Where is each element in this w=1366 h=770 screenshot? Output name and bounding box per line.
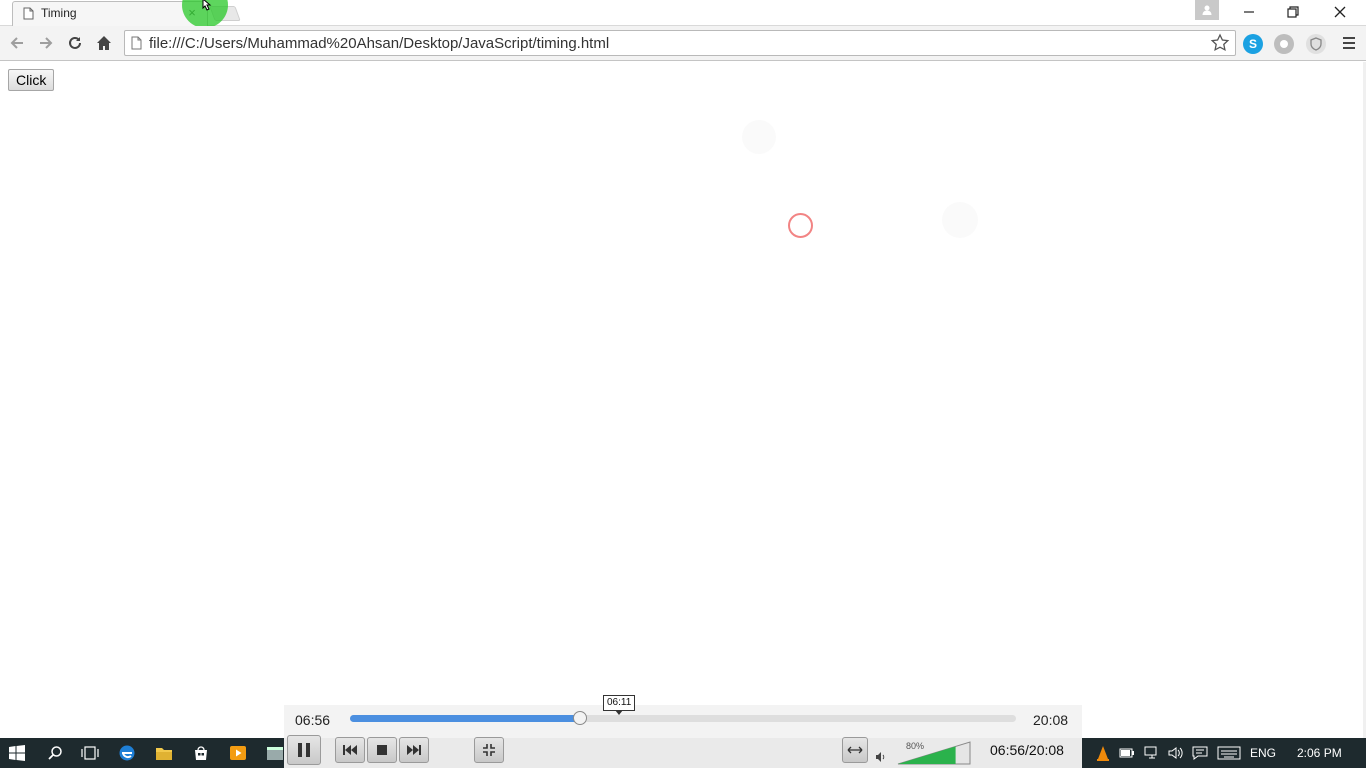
person-icon xyxy=(1202,5,1212,15)
forward-button[interactable] xyxy=(35,32,57,54)
minimize-icon xyxy=(1244,11,1254,13)
language-indicator[interactable]: ENG xyxy=(1250,746,1276,760)
click-button[interactable]: Click xyxy=(8,69,55,91)
minimize-button[interactable] xyxy=(1227,0,1271,24)
reload-icon xyxy=(69,36,81,49)
home-icon xyxy=(97,36,111,50)
skip-forward-icon xyxy=(407,745,421,755)
vlc-tray-icon[interactable] xyxy=(1094,742,1112,764)
exit-fullscreen-button[interactable] xyxy=(474,737,504,763)
forward-arrow-icon xyxy=(40,37,53,49)
speaker-icon[interactable] xyxy=(1166,742,1186,764)
url-text[interactable]: file:///C:/Users/Muhammad%20Ahsan/Deskto… xyxy=(149,35,609,52)
network-icon[interactable] xyxy=(1142,742,1162,764)
total-time: 20:08 xyxy=(1033,712,1069,728)
taskbar-clock[interactable]: 2:06 PM xyxy=(1297,746,1342,760)
skip-back-icon xyxy=(343,745,357,755)
action-center-icon[interactable] xyxy=(1190,742,1210,764)
film-clapper-icon[interactable] xyxy=(264,742,286,764)
restore-button[interactable] xyxy=(1271,0,1315,24)
close-icon xyxy=(1334,6,1346,18)
seek-bar[interactable]: 06:11 xyxy=(350,695,1016,725)
stretch-icon xyxy=(847,746,863,754)
file-explorer-icon[interactable] xyxy=(153,742,175,764)
volume-slider[interactable]: 80% xyxy=(896,739,972,765)
address-bar[interactable]: file:///C:/Users/Muhammad%20Ahsan/Deskto… xyxy=(124,30,1236,56)
back-button[interactable] xyxy=(6,32,28,54)
seek-hover-tooltip: 06:11 xyxy=(603,695,636,715)
back-arrow-icon xyxy=(10,37,23,49)
reload-button[interactable] xyxy=(64,32,86,54)
shield-extension-icon[interactable] xyxy=(1306,34,1326,54)
edge-browser-icon[interactable] xyxy=(116,742,138,764)
stop-button[interactable] xyxy=(367,737,397,763)
battery-icon[interactable] xyxy=(1118,742,1136,764)
seek-handle[interactable] xyxy=(573,711,587,725)
exit-fullscreen-icon xyxy=(483,744,495,756)
restore-icon xyxy=(1287,6,1299,18)
time-readout: 06:56/20:08 xyxy=(990,742,1064,758)
profile-button[interactable] xyxy=(1195,0,1219,20)
hamburger-menu-icon xyxy=(1343,37,1355,49)
media-player-icon[interactable] xyxy=(227,742,249,764)
stop-icon xyxy=(377,745,387,755)
current-time: 06:56 xyxy=(295,712,331,728)
next-button[interactable] xyxy=(399,737,429,763)
volume-icon[interactable] xyxy=(875,751,887,763)
click-indicator xyxy=(788,213,813,238)
close-window-button[interactable] xyxy=(1318,0,1362,24)
store-icon[interactable] xyxy=(190,742,212,764)
keyboard-icon[interactable] xyxy=(1216,742,1242,764)
home-button[interactable] xyxy=(93,32,115,54)
skype-icon[interactable]: S xyxy=(1243,34,1263,54)
windows-start-icon[interactable] xyxy=(6,742,28,764)
video-player-controls: 06:56 06:11 20:08 80% 06:56/20:08 xyxy=(284,695,1082,768)
faint-click-trail xyxy=(942,202,978,238)
task-view-icon[interactable] xyxy=(79,742,101,764)
page-content: Click xyxy=(0,62,1366,738)
aspect-ratio-button[interactable] xyxy=(842,737,868,763)
bookmark-star-icon[interactable] xyxy=(1210,33,1230,53)
tab-title: Timing xyxy=(41,6,77,20)
page-icon xyxy=(23,7,34,20)
faint-click-trail xyxy=(742,120,776,154)
chrome-menu-button[interactable] xyxy=(1338,32,1360,54)
tab-strip: Timing × xyxy=(0,0,1366,28)
seek-progress xyxy=(350,715,580,722)
page-icon xyxy=(131,36,142,50)
previous-button[interactable] xyxy=(335,737,365,763)
pause-icon xyxy=(298,743,310,757)
search-icon[interactable] xyxy=(44,742,66,764)
mouse-cursor-icon xyxy=(202,0,212,11)
ghost-extension-icon[interactable] xyxy=(1274,34,1294,54)
browser-toolbar: file:///C:/Users/Muhammad%20Ahsan/Deskto… xyxy=(0,26,1366,61)
browser-tab[interactable]: Timing × xyxy=(12,1,208,26)
volume-percent: 80% xyxy=(906,741,925,751)
pause-button[interactable] xyxy=(287,735,321,765)
